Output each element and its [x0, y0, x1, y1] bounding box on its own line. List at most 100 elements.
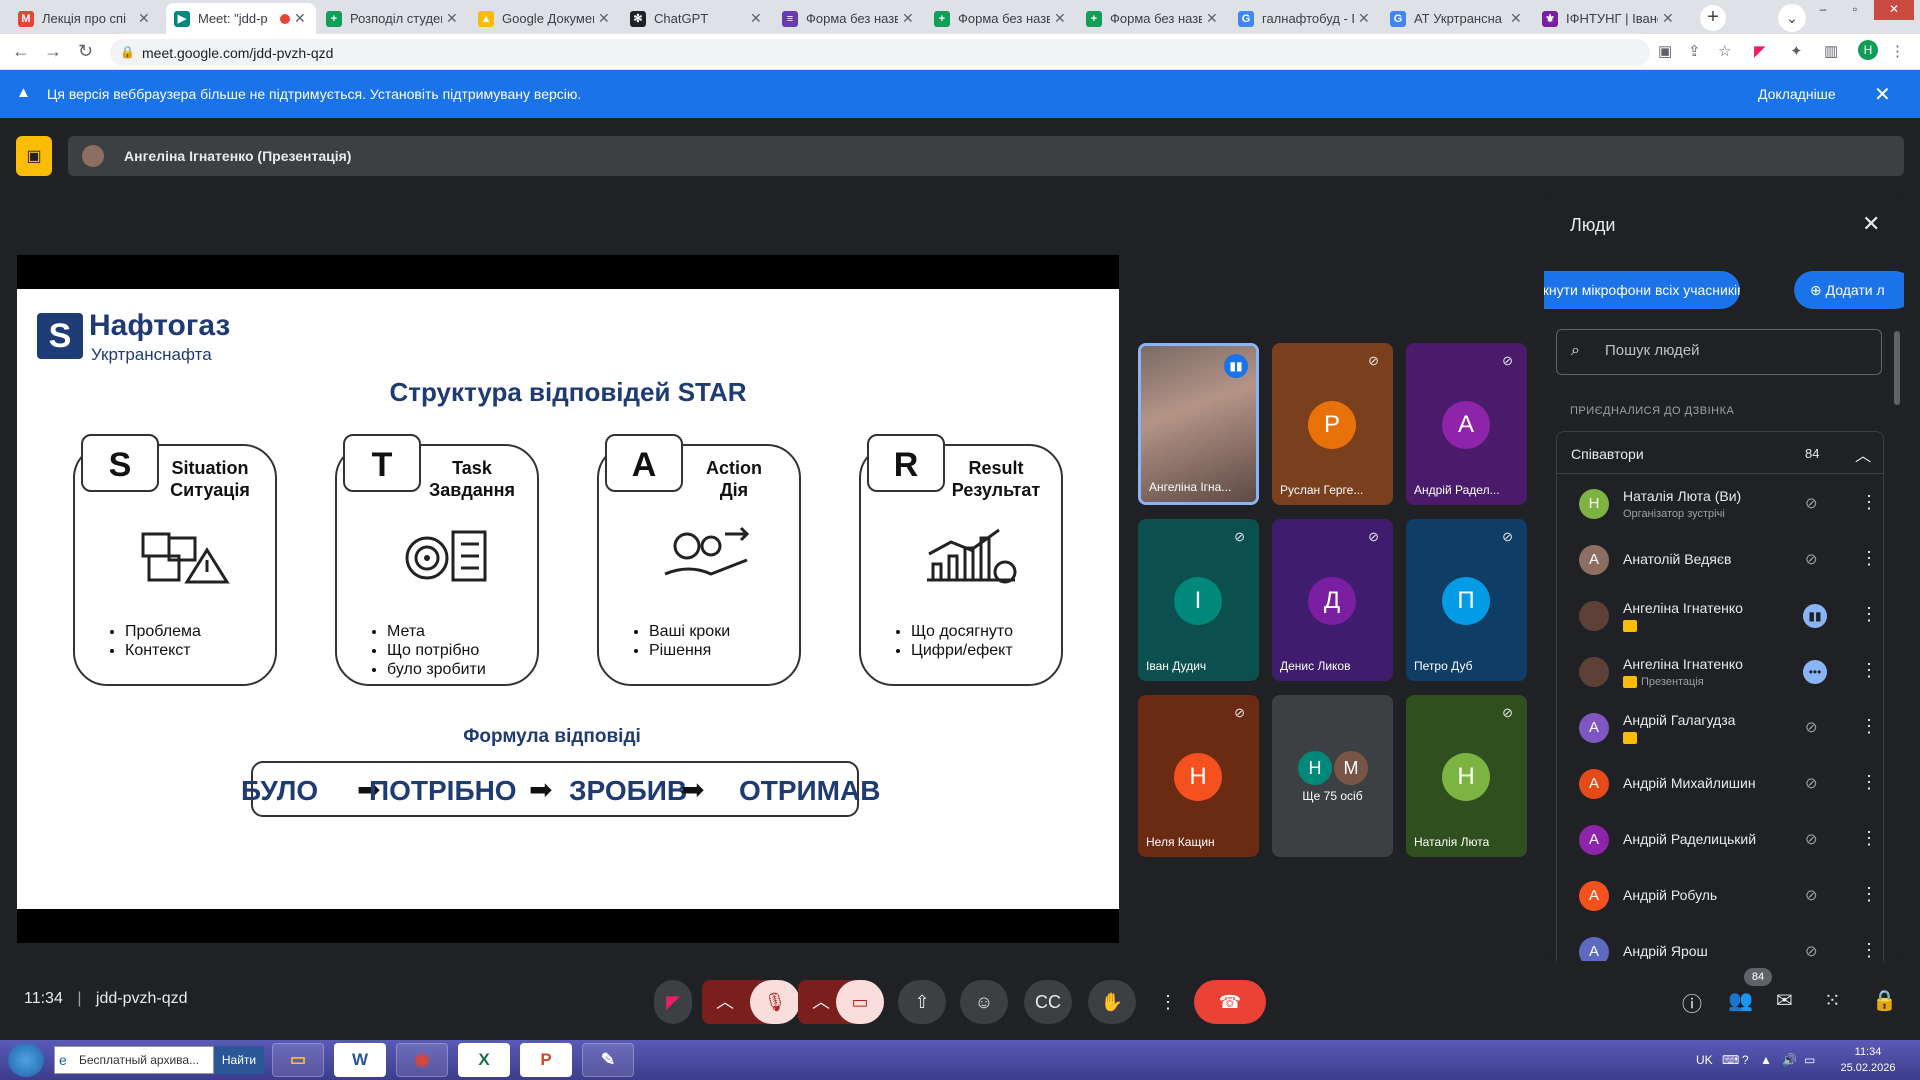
participant-row[interactable]: Н Наталія Люта (Ви) Організатор зустрічі ⊘ ⋮	[1557, 476, 1883, 532]
network-icon[interactable]: ▭	[1804, 1053, 1815, 1067]
tab-search-button[interactable]: ⌄	[1778, 4, 1806, 32]
mic-off-button[interactable]: 🎙	[750, 980, 800, 1024]
maximize-button[interactable]: ▫	[1840, 0, 1870, 20]
emoji-button[interactable]: ☺	[960, 980, 1008, 1024]
more-options-icon[interactable]: ⋮	[1860, 548, 1878, 569]
activities-icon[interactable]: ⁙	[1824, 988, 1841, 1013]
browser-tab[interactable]: ✻ ChatGPT ✕	[622, 3, 772, 34]
leave-call-button[interactable]: ☎	[1194, 980, 1266, 1024]
present-screen-button[interactable]: ⇧	[898, 980, 946, 1024]
chat-icon[interactable]: ✉	[1776, 988, 1793, 1013]
chevron-up-icon[interactable]: ︿	[812, 980, 830, 1024]
browser-tab[interactable]: Gгалнафтобуд - П ✕	[1230, 3, 1380, 34]
panel-scrollbar[interactable]	[1894, 331, 1900, 405]
participant-row[interactable]: Ангеліна Ігнатенко Презентація ••• ⋮	[1557, 644, 1883, 700]
participant-tile[interactable]: Д ⊘ Денис Ликов	[1272, 519, 1393, 681]
participant-tile[interactable]: А ⊘ Андрій Радел...	[1406, 343, 1527, 505]
participant-row[interactable]: А Андрій Раделицький ⊘ ⋮	[1557, 812, 1883, 868]
participant-row[interactable]: А Андрій Михайлишин ⊘ ⋮	[1557, 756, 1883, 812]
close-icon[interactable]: ✕	[1874, 82, 1891, 107]
more-options-icon[interactable]: ⋮	[1860, 604, 1878, 625]
mic-off-icon[interactable]: ⊘	[1805, 718, 1818, 736]
taskbar-search-input[interactable]	[79, 1053, 209, 1067]
participant-row[interactable]: А Анатолій Ведяєв ⊘ ⋮	[1557, 532, 1883, 588]
more-options-icon[interactable]: ⋮	[1860, 940, 1878, 961]
keyboard-icon[interactable]: ⌨	[1722, 1053, 1739, 1067]
camera-blocked-icon[interactable]: ▣	[1658, 42, 1672, 60]
close-tab-icon[interactable]: ✕	[902, 10, 916, 27]
presentation-icon[interactable]: ▣	[16, 136, 52, 176]
taskbar-find-button[interactable]: Найти	[214, 1046, 264, 1074]
close-tab-icon[interactable]: ✕	[750, 10, 764, 27]
close-tab-icon[interactable]: ✕	[138, 10, 152, 27]
bookmark-star-icon[interactable]: ☆	[1718, 42, 1731, 60]
browser-tab[interactable]: + Форма без назв ✕	[1078, 3, 1228, 34]
profile-avatar[interactable]: Н	[1858, 40, 1878, 60]
close-tab-icon[interactable]: ✕	[1662, 10, 1676, 27]
extension-flag-icon[interactable]: ◤	[1754, 42, 1766, 60]
language-indicator[interactable]: UK	[1696, 1053, 1713, 1067]
add-people-button[interactable]: ⊕ Додати л	[1794, 271, 1904, 309]
address-bar[interactable]: 🔒 meet.google.com/jdd-pvzh-qzd	[110, 39, 1650, 66]
info-icon[interactable]: ⓘ	[1682, 988, 1702, 1017]
search-input[interactable]	[1605, 342, 1865, 359]
people-search[interactable]: ⌕	[1556, 329, 1882, 375]
browser-tab[interactable]: ⚜ ІФНТУНГ | Івано ✕	[1534, 3, 1684, 34]
minimize-button[interactable]: –	[1808, 0, 1838, 20]
participant-tile[interactable]: П ⊘ Петро Дуб	[1406, 519, 1527, 681]
mic-off-icon[interactable]: ⊘	[1805, 942, 1818, 960]
new-tab-button[interactable]: +	[1700, 5, 1726, 31]
mic-off-icon[interactable]: ⊘	[1805, 494, 1818, 512]
mic-off-icon[interactable]: ⊘	[1805, 830, 1818, 848]
participant-row[interactable]: Ангеліна Ігнатенко ▮▮ ⋮	[1557, 588, 1883, 644]
participant-tile[interactable]: І ⊘ Іван Дудич	[1138, 519, 1259, 681]
more-options-icon[interactable]: ⋮	[1860, 828, 1878, 849]
browser-tab[interactable]: G АТ Укртрансна ✕	[1382, 3, 1532, 34]
close-window-button[interactable]: ✕	[1874, 0, 1914, 20]
close-tab-icon[interactable]: ✕	[294, 10, 308, 27]
word-icon[interactable]: W	[334, 1043, 386, 1077]
chevron-up-icon[interactable]: ︿	[1855, 442, 1871, 466]
close-panel-icon[interactable]: ✕	[1862, 211, 1880, 237]
notification-icon[interactable]: ▲	[1760, 1053, 1772, 1067]
more-options-icon[interactable]: ⋮	[1860, 884, 1878, 905]
group-header[interactable]: Співавтори 84 ︿	[1557, 432, 1883, 474]
host-controls-icon[interactable]: 🔒	[1872, 988, 1897, 1013]
paint-icon[interactable]: ✎	[582, 1043, 634, 1077]
taskbar-clock[interactable]: 11:34 25.02.2026	[1840, 1044, 1896, 1076]
participant-row[interactable]: А Андрій Ярош ⊘ ⋮	[1557, 924, 1883, 961]
participant-tile[interactable]: Н ⊘ Наталія Люта	[1406, 695, 1527, 857]
participant-tile[interactable]: ▮▮ Ангеліна Ігна...	[1138, 343, 1259, 505]
reload-icon[interactable]: ↻	[78, 41, 93, 62]
file-explorer-icon[interactable]: ▭	[272, 1043, 324, 1077]
more-options-icon[interactable]: ⋮	[1860, 492, 1878, 513]
close-tab-icon[interactable]: ✕	[1054, 10, 1068, 27]
forward-icon[interactable]: →	[44, 41, 62, 62]
more-options-icon[interactable]: ⋮	[1860, 716, 1878, 737]
taskbar-search[interactable]: e	[54, 1046, 214, 1074]
camera-off-button[interactable]: ▭	[836, 980, 884, 1024]
browser-tab[interactable]: ≡ Форма без назв ✕	[774, 3, 924, 34]
browser-tab[interactable]: + Форма без назв ✕	[926, 3, 1076, 34]
browser-tab[interactable]: ▲ Google Докумен ✕	[470, 3, 620, 34]
browser-tab[interactable]: M Лекція про спі ✕	[10, 3, 160, 34]
captions-button[interactable]: CC	[1024, 980, 1072, 1024]
browser-menu-icon[interactable]: ⋮	[1890, 42, 1905, 60]
volume-icon[interactable]: 🔊	[1782, 1053, 1797, 1067]
mic-off-icon[interactable]: ⊘	[1805, 774, 1818, 792]
help-icon[interactable]: ?	[1742, 1053, 1749, 1067]
participant-tile[interactable]: Н М Ще 75 осіб	[1272, 695, 1393, 857]
participant-row[interactable]: А Андрій Галагудза ⊘ ⋮	[1557, 700, 1883, 756]
mic-off-icon[interactable]: ⊘	[1805, 550, 1818, 568]
close-tab-icon[interactable]: ✕	[1206, 10, 1220, 27]
chevron-up-icon[interactable]: ︿	[716, 980, 734, 1024]
excel-icon[interactable]: X	[458, 1043, 510, 1077]
close-tab-icon[interactable]: ✕	[1358, 10, 1372, 27]
more-options-icon[interactable]: ⋮	[1860, 772, 1878, 793]
browser-tab[interactable]: ▶ Meet: "jdd-p ✕	[166, 3, 316, 34]
mute-all-button[interactable]: Вимкнути мікрофони всіх учасників	[1544, 271, 1740, 309]
close-tab-icon[interactable]: ✕	[446, 10, 460, 27]
close-tab-icon[interactable]: ✕	[1510, 10, 1524, 27]
close-tab-icon[interactable]: ✕	[598, 10, 612, 27]
raise-hand-button[interactable]: ✋	[1088, 980, 1136, 1024]
